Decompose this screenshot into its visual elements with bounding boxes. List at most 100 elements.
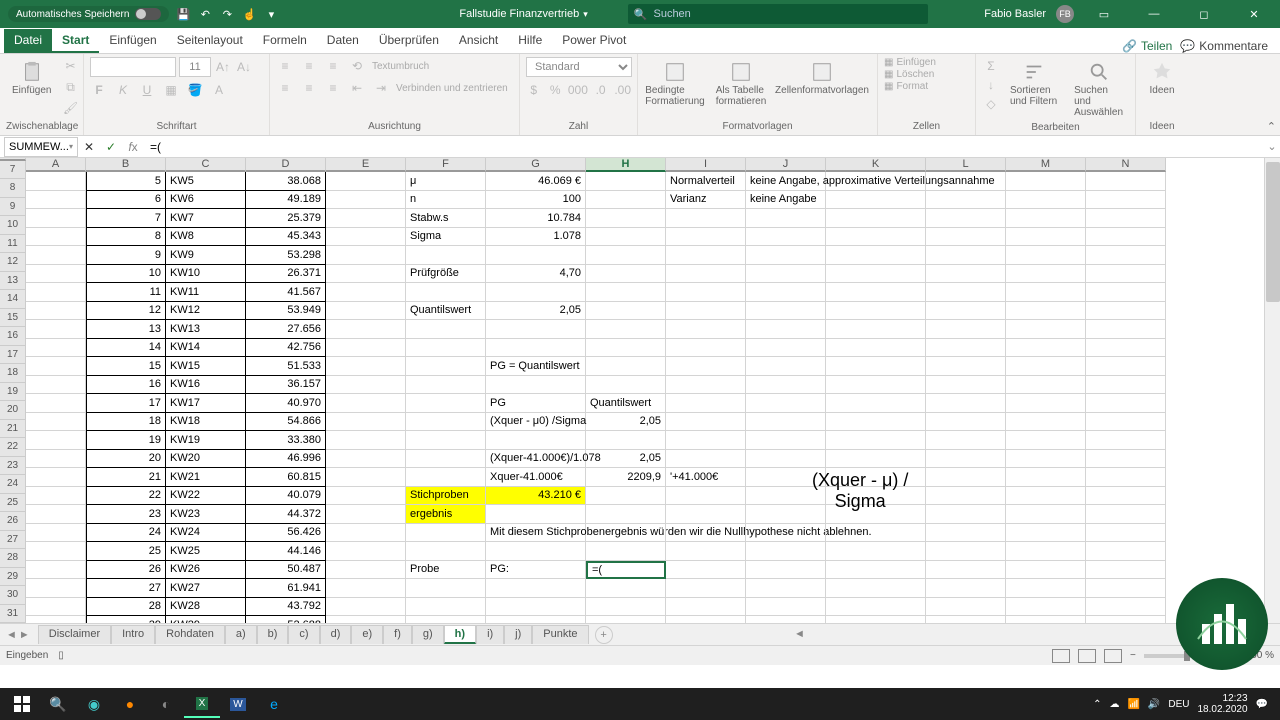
thousands-icon[interactable]: 000	[569, 81, 587, 99]
align-bot-icon[interactable]: ≡	[324, 57, 342, 75]
cell-L20[interactable]	[926, 413, 1006, 432]
cell-K11[interactable]	[826, 246, 926, 265]
cell-styles-button[interactable]: Zellenformatvorlagen	[776, 57, 868, 121]
cell-M18[interactable]	[1006, 376, 1086, 395]
cell-K30[interactable]	[826, 598, 926, 617]
cell-F10[interactable]: Sigma	[406, 228, 486, 247]
sheet-tab-j[interactable]: j)	[504, 625, 532, 644]
cell-M28[interactable]	[1006, 561, 1086, 580]
cell-N19[interactable]	[1086, 394, 1166, 413]
cell-G28[interactable]: PG:	[486, 561, 586, 580]
cell-E21[interactable]	[326, 431, 406, 450]
cell-J30[interactable]	[746, 598, 826, 617]
copy-icon[interactable]: ⧉	[61, 78, 79, 96]
clear-icon[interactable]: ◇	[982, 95, 1000, 113]
cell-L16[interactable]	[926, 339, 1006, 358]
cell-C13[interactable]: KW11	[166, 283, 246, 302]
cell-H30[interactable]	[586, 598, 666, 617]
cell-K8[interactable]	[826, 191, 926, 210]
row-header-29[interactable]: 29	[0, 568, 26, 587]
row-header-13[interactable]: 13	[0, 272, 26, 291]
cell-A9[interactable]	[26, 209, 86, 228]
cell-M14[interactable]	[1006, 302, 1086, 321]
undo-icon[interactable]: ↶	[197, 6, 213, 22]
row-header-10[interactable]: 10	[0, 216, 26, 235]
cell-H15[interactable]	[586, 320, 666, 339]
cell-H27[interactable]	[586, 542, 666, 561]
cell-E23[interactable]	[326, 468, 406, 487]
indent-dec-icon[interactable]: ⇤	[348, 79, 366, 97]
row-header-16[interactable]: 16	[0, 327, 26, 346]
cell-G10[interactable]: 1.078	[486, 228, 586, 247]
cell-C28[interactable]: KW26	[166, 561, 246, 580]
cell-J21[interactable]	[746, 431, 826, 450]
save-icon[interactable]: 💾	[175, 6, 191, 22]
cell-I28[interactable]	[666, 561, 746, 580]
cell-K29[interactable]	[826, 579, 926, 598]
sheet-nav-prev-icon[interactable]: ◄	[6, 629, 17, 641]
cell-N28[interactable]	[1086, 561, 1166, 580]
cell-N29[interactable]	[1086, 579, 1166, 598]
italic-icon[interactable]: K	[114, 81, 132, 99]
cell-L8[interactable]	[926, 191, 1006, 210]
cell-N17[interactable]	[1086, 357, 1166, 376]
ribbon-mode-icon[interactable]: ▭	[1084, 0, 1124, 28]
underline-icon[interactable]: U	[138, 81, 156, 99]
cell-H10[interactable]	[586, 228, 666, 247]
cell-L15[interactable]	[926, 320, 1006, 339]
cell-J12[interactable]	[746, 265, 826, 284]
cell-E28[interactable]	[326, 561, 406, 580]
sheet-tab-Punkte[interactable]: Punkte	[532, 625, 588, 644]
cell-D8[interactable]: 49.189	[246, 191, 326, 210]
cell-E11[interactable]	[326, 246, 406, 265]
cell-G17[interactable]: PG = Quantilswert	[486, 357, 586, 376]
currency-icon[interactable]: $	[526, 81, 541, 99]
sheet-nav-next-icon[interactable]: ►	[19, 629, 30, 641]
formula-accept-icon[interactable]: ✓	[100, 140, 122, 154]
align-top-icon[interactable]: ≡	[276, 57, 294, 75]
cell-K21[interactable]	[826, 431, 926, 450]
sheet-tab-d[interactable]: d)	[320, 625, 352, 644]
cell-D22[interactable]: 46.996	[246, 450, 326, 469]
cell-B8[interactable]: 6	[86, 191, 166, 210]
cell-N26[interactable]	[1086, 524, 1166, 543]
cell-L27[interactable]	[926, 542, 1006, 561]
cell-M7[interactable]	[1006, 172, 1086, 191]
cell-F24[interactable]: Stichproben	[406, 487, 486, 506]
cell-J18[interactable]	[746, 376, 826, 395]
cell-G18[interactable]	[486, 376, 586, 395]
spreadsheet-grid[interactable]: 7891011121314151617181920212223242526272…	[0, 158, 1280, 623]
tab-layout[interactable]: Seitenlayout	[167, 29, 253, 53]
cell-K19[interactable]	[826, 394, 926, 413]
cell-L7[interactable]	[926, 172, 1006, 191]
cell-F31[interactable]	[406, 616, 486, 623]
cell-K18[interactable]	[826, 376, 926, 395]
cell-E25[interactable]	[326, 505, 406, 524]
row-header-23[interactable]: 23	[0, 457, 26, 476]
cell-B30[interactable]: 28	[86, 598, 166, 617]
cell-E22[interactable]	[326, 450, 406, 469]
cell-H26[interactable]	[586, 524, 666, 543]
cell-E16[interactable]	[326, 339, 406, 358]
cell-B26[interactable]: 24	[86, 524, 166, 543]
borders-icon[interactable]: ▦	[162, 81, 180, 99]
sheet-tab-c[interactable]: c)	[288, 625, 319, 644]
cell-C26[interactable]: KW24	[166, 524, 246, 543]
search-bar[interactable]: 🔍 Suchen	[628, 4, 928, 24]
cell-J8[interactable]: keine Angabe	[746, 191, 826, 210]
cell-B18[interactable]: 16	[86, 376, 166, 395]
row-header-8[interactable]: 8	[0, 179, 26, 198]
cell-E27[interactable]	[326, 542, 406, 561]
cell-A12[interactable]	[26, 265, 86, 284]
col-header-G[interactable]: G	[486, 158, 586, 172]
cell-H13[interactable]	[586, 283, 666, 302]
cell-H19[interactable]: Quantilswert	[586, 394, 666, 413]
row-header-19[interactable]: 19	[0, 383, 26, 402]
cell-M20[interactable]	[1006, 413, 1086, 432]
cell-I11[interactable]	[666, 246, 746, 265]
cell-C16[interactable]: KW14	[166, 339, 246, 358]
cell-H12[interactable]	[586, 265, 666, 284]
cell-F22[interactable]	[406, 450, 486, 469]
cell-B24[interactable]: 22	[86, 487, 166, 506]
col-header-F[interactable]: F	[406, 158, 486, 172]
